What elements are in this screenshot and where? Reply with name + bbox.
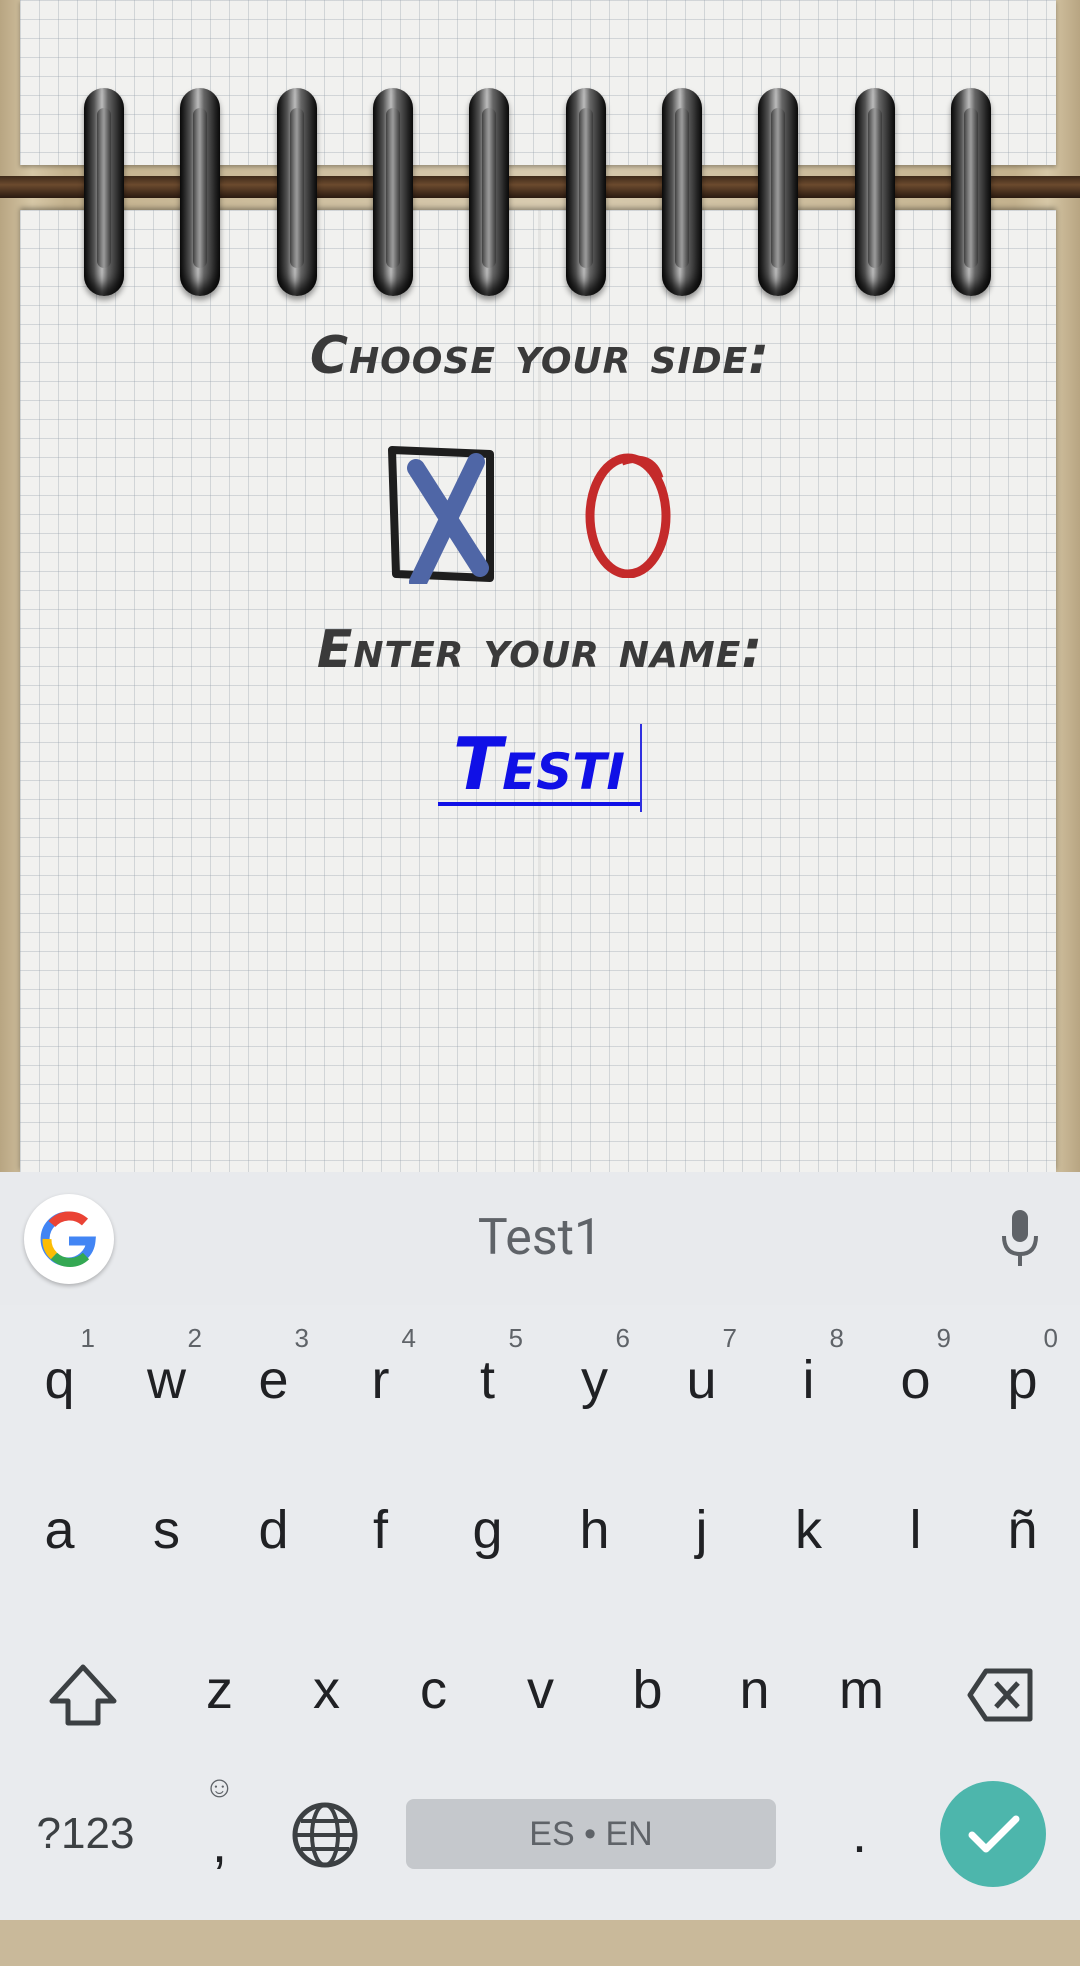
spiral-ring — [566, 88, 606, 296]
period-key[interactable]: . — [806, 1759, 913, 1909]
key-number-hint: 1 — [80, 1323, 95, 1353]
key-f[interactable]: f — [327, 1455, 434, 1605]
key-m[interactable]: m — [808, 1615, 915, 1765]
key-number-hint: 8 — [829, 1323, 844, 1353]
key-number-hint: 9 — [936, 1323, 951, 1353]
key-number-hint: 4 — [401, 1323, 416, 1353]
key-o[interactable]: o9 — [862, 1305, 969, 1455]
key-label: y — [581, 1350, 608, 1410]
globe-icon — [292, 1802, 358, 1868]
key-a[interactable]: a — [6, 1455, 113, 1605]
key-number-hint: 0 — [1043, 1323, 1058, 1353]
key-label: q — [44, 1350, 75, 1410]
key-number-hint: 6 — [615, 1323, 630, 1353]
keyboard: q1w2e3r4t5y6u7i8o9p0 asdfghjklñ zxcvbnm … — [0, 1305, 1080, 1920]
key-r[interactable]: r4 — [327, 1305, 434, 1455]
spiral-ring — [758, 88, 798, 296]
enter-name-label: Enter your name: — [316, 620, 764, 680]
spiral-ring — [855, 88, 895, 296]
text-caret — [640, 724, 642, 812]
notebook-top-page — [20, 0, 1056, 165]
key-number-hint: 2 — [187, 1323, 202, 1353]
key-label: t — [479, 1350, 495, 1410]
keyboard-suggestion-strip: Test1 — [0, 1172, 1080, 1305]
key-y[interactable]: y6 — [541, 1305, 648, 1455]
key-n[interactable]: n — [701, 1615, 808, 1765]
spiral-ring — [373, 88, 413, 296]
key-u[interactable]: u7 — [648, 1305, 755, 1455]
emoji-comma-key[interactable]: ☺ , — [166, 1759, 273, 1909]
key-number-hint: 3 — [294, 1323, 309, 1353]
key-number-hint: 5 — [508, 1323, 523, 1353]
key-c[interactable]: c — [380, 1615, 487, 1765]
key-w[interactable]: w2 — [113, 1305, 220, 1455]
o-mark-icon: O — [582, 448, 671, 579]
enter-check-key[interactable] — [940, 1781, 1046, 1887]
notebook-binding — [0, 176, 1080, 198]
checkmark-icon — [968, 1815, 1020, 1853]
spiral-ring — [951, 88, 991, 296]
spiral-ring — [469, 88, 509, 296]
key-l[interactable]: l — [862, 1455, 969, 1605]
key-p[interactable]: p0 — [969, 1305, 1076, 1455]
key-z[interactable]: z — [166, 1615, 273, 1765]
keyboard-row-1: q1w2e3r4t5y6u7i8o9p0 — [0, 1305, 1080, 1455]
svg-text:O: O — [582, 448, 583, 449]
key-b[interactable]: b — [594, 1615, 701, 1765]
google-logo-icon[interactable] — [24, 1194, 114, 1284]
x-mark-icon: X — [384, 440, 494, 591]
choose-side-label: Choose your side: — [309, 326, 771, 386]
key-d[interactable]: d — [220, 1455, 327, 1605]
spiral-ring — [180, 88, 220, 296]
key-t[interactable]: t5 — [434, 1305, 541, 1455]
side-x-option[interactable]: X — [384, 440, 504, 591]
key-s[interactable]: s — [113, 1455, 220, 1605]
key-e[interactable]: e3 — [220, 1305, 327, 1455]
key-h[interactable]: h — [541, 1455, 648, 1605]
backspace-key[interactable] — [940, 1615, 1047, 1765]
suggestion-word[interactable]: Test1 — [200, 1172, 880, 1305]
keyboard-row-2: asdfghjklñ — [0, 1455, 1080, 1605]
symbols-key[interactable]: ?123 — [32, 1759, 139, 1909]
key-q[interactable]: q1 — [6, 1305, 113, 1455]
key-j[interactable]: j — [648, 1455, 755, 1605]
key-label: r — [371, 1350, 390, 1410]
shift-key[interactable] — [30, 1615, 137, 1765]
key-label: i — [802, 1350, 815, 1410]
keyboard-row-3: zxcvbnm — [0, 1615, 1080, 1765]
key-label: u — [686, 1350, 717, 1410]
comma-label: , — [211, 1814, 227, 1874]
space-bar[interactable]: ES • EN — [406, 1799, 776, 1869]
spiral-ring — [277, 88, 317, 296]
microphone-icon[interactable] — [998, 1208, 1042, 1268]
name-input-value: Testi — [453, 722, 625, 806]
key-label: w — [147, 1350, 186, 1410]
name-input[interactable]: Testi — [436, 722, 646, 814]
key-x[interactable]: x — [273, 1615, 380, 1765]
key-k[interactable]: k — [755, 1455, 862, 1605]
spiral-ring — [84, 88, 124, 296]
svg-text:X: X — [384, 440, 385, 441]
key-label: p — [1007, 1350, 1038, 1410]
key-ñ[interactable]: ñ — [969, 1455, 1076, 1605]
key-number-hint: 7 — [722, 1323, 737, 1353]
key-label: o — [900, 1350, 931, 1410]
language-globe-key[interactable] — [272, 1759, 379, 1909]
key-i[interactable]: i8 — [755, 1305, 862, 1455]
key-g[interactable]: g — [434, 1455, 541, 1605]
name-underline — [438, 802, 642, 806]
key-v[interactable]: v — [487, 1615, 594, 1765]
spiral-ring — [662, 88, 702, 296]
side-o-option[interactable]: O — [582, 448, 674, 579]
key-label: e — [258, 1350, 289, 1410]
